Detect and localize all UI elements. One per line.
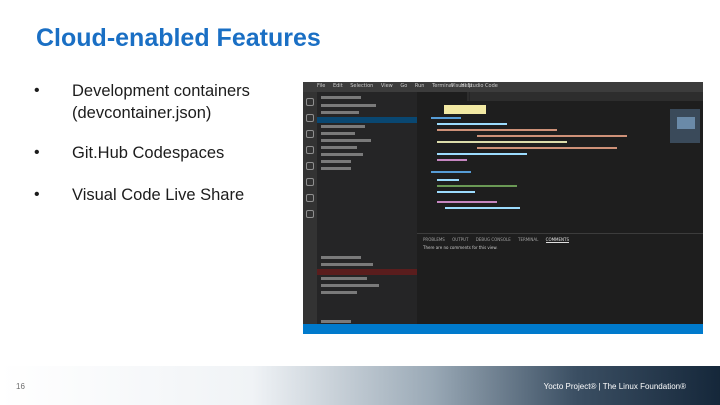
- bullet-marker: •: [34, 186, 40, 203]
- vscode-titlebar: File Edit Selection View Go Run Terminal…: [303, 82, 703, 92]
- sidebar-line: [321, 146, 357, 149]
- remote-explorer-icon: [306, 178, 314, 186]
- bullet-marker: •: [34, 144, 40, 161]
- sidebar-line: [321, 291, 357, 294]
- vscode-status-bar: [303, 324, 703, 334]
- code-line: [437, 141, 567, 143]
- sidebar-line: [321, 153, 363, 156]
- panel-tab-debug-console: DEBUG CONSOLE: [475, 237, 511, 242]
- menu-item-edit: Edit: [332, 83, 343, 89]
- bullet-list: • Development containers (devcontainer.j…: [34, 80, 304, 206]
- panel-tabs: PROBLEMS OUTPUT DEBUG CONSOLE TERMINAL C…: [423, 237, 575, 243]
- sidebar-line: [321, 167, 351, 170]
- menu-item-view: View: [380, 83, 393, 89]
- highlighted-line: [444, 105, 486, 114]
- editor-tab: [417, 92, 467, 101]
- extensions-icon: [306, 162, 314, 170]
- bullet-marker: •: [34, 82, 40, 99]
- sidebar-line: [321, 263, 373, 266]
- sidebar-selected-row: [317, 269, 417, 275]
- run-debug-icon: [306, 146, 314, 154]
- vscode-activity-bar: [303, 92, 317, 324]
- editor-tab: [469, 92, 528, 101]
- comments-icon: [306, 210, 314, 218]
- panel-tab-output: OUTPUT: [452, 237, 469, 242]
- bullet-item-live-share: • Visual Code Live Share: [34, 184, 304, 206]
- sidebar-line: [321, 284, 379, 287]
- bullet-text: Development containers: [72, 82, 250, 100]
- code-line: [437, 153, 527, 155]
- sidebar-line: [321, 125, 365, 128]
- live-share-icon: [306, 194, 314, 202]
- search-icon: [306, 114, 314, 122]
- panel-tab-comments: COMMENTS: [545, 237, 570, 243]
- bullet-text: Visual Code Live Share: [72, 186, 245, 204]
- sidebar-line: [321, 111, 359, 114]
- sidebar-line: [321, 320, 351, 323]
- menu-item-go: Go: [400, 83, 408, 89]
- bullet-item-devcontainers: • Development containers (devcontainer.j…: [34, 80, 304, 124]
- sidebar-line: [321, 104, 376, 107]
- vscode-panel: PROBLEMS OUTPUT DEBUG CONSOLE TERMINAL C…: [417, 233, 703, 325]
- code-line: [437, 129, 557, 131]
- code-line: [437, 159, 467, 161]
- preview-thumbnail-inner: [677, 117, 695, 129]
- menu-item-selection: Selection: [350, 83, 374, 89]
- vscode-editor-tabs: [417, 92, 703, 101]
- sidebar-line: [321, 96, 361, 99]
- bullet-text: Git.Hub Codespaces: [72, 144, 225, 162]
- source-control-icon: [306, 130, 314, 138]
- panel-tab-terminal: TERMINAL: [518, 237, 539, 242]
- vscode-sidebar: [317, 92, 417, 324]
- sidebar-line: [321, 132, 355, 135]
- panel-tab-problems: PROBLEMS: [423, 237, 445, 242]
- bullet-item-codespaces: • Git.Hub Codespaces: [34, 142, 304, 164]
- code-line: [477, 147, 617, 149]
- sidebar-selected-row: [317, 117, 417, 123]
- code-line: [431, 117, 461, 119]
- vscode-window-title: Visual Studio Code: [451, 83, 498, 89]
- footer-text: Yocto Project® | The Linux Foundation®: [543, 382, 686, 391]
- code-line: [437, 191, 475, 193]
- menu-item-file: File: [317, 83, 326, 89]
- sidebar-line: [321, 277, 367, 280]
- code-line: [477, 135, 627, 137]
- code-line: [431, 171, 471, 173]
- page-number: 16: [16, 382, 25, 391]
- code-line: [437, 179, 459, 181]
- sidebar-line: [321, 160, 351, 163]
- vscode-editor: [417, 101, 703, 233]
- code-line: [437, 201, 497, 203]
- menu-item-run: Run: [414, 83, 425, 89]
- vscode-screenshot: File Edit Selection View Go Run Terminal…: [303, 82, 703, 334]
- slide-title: Cloud-enabled Features: [36, 24, 321, 52]
- code-line: [445, 207, 520, 209]
- code-line: [437, 123, 507, 125]
- sidebar-line: [321, 139, 371, 142]
- panel-message: There are no comments for this view.: [423, 245, 498, 250]
- bullet-text-continued: (devcontainer.json): [72, 104, 212, 122]
- code-line: [437, 185, 517, 187]
- explorer-icon: [306, 98, 314, 106]
- sidebar-line: [321, 256, 361, 259]
